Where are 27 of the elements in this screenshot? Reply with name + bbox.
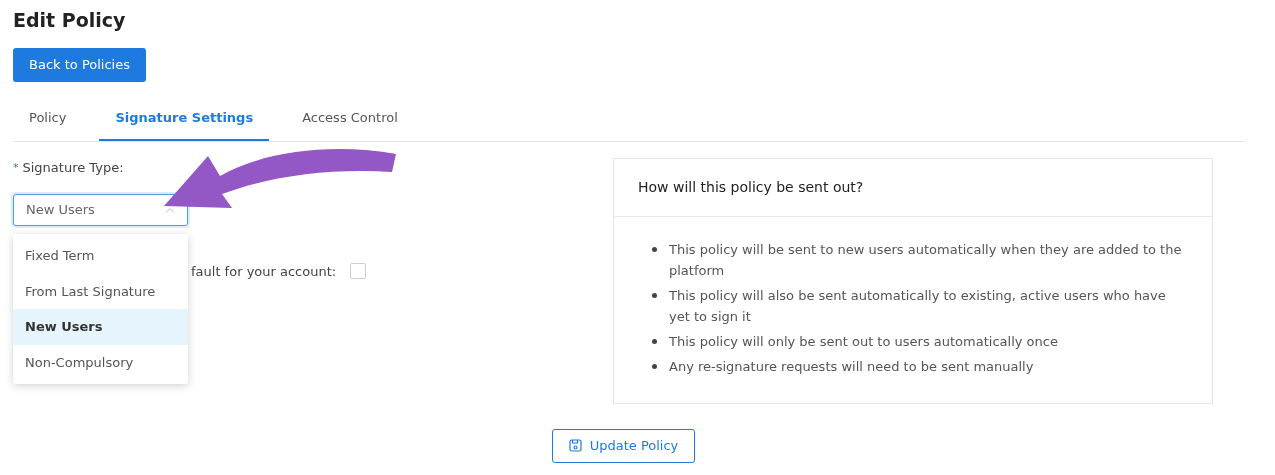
button-label: Update Policy: [589, 437, 679, 455]
page-title: Edit Policy: [13, 8, 127, 32]
save-icon: [568, 439, 582, 453]
field-label: Signature Type:: [22, 159, 124, 177]
select-value: New Users: [26, 200, 95, 219]
dropdown-option[interactable]: From Last Signature: [13, 273, 188, 309]
select-field[interactable]: New Users: [13, 193, 188, 226]
bullet-icon: [652, 339, 657, 344]
bullet-text: This policy will be sent to new users automatically when they are added to the platform: [669, 241, 1183, 280]
required-mark: *: [13, 159, 19, 176]
bullet-text: This policy will also be sent automatically to existing, active users who have yet to sign it: [669, 287, 1167, 326]
checkbox[interactable]: [350, 263, 367, 280]
bullet-icon: [652, 364, 657, 369]
field-label: fault for your account:: [191, 262, 337, 281]
dropdown-option[interactable]: New Users: [13, 309, 188, 345]
dropdown-option[interactable]: Non-Compulsory: [13, 344, 188, 380]
bullet-text: Any re-signature requests will need to be sent manually: [669, 358, 1034, 376]
tab[interactable]: Policy: [13, 99, 83, 141]
bullet-icon: [652, 247, 657, 252]
tab[interactable]: Signature Settings: [99, 99, 270, 141]
tab[interactable]: Access Control: [286, 99, 414, 141]
bullet-text: This policy will only be sent out to users automatically once: [669, 333, 1058, 351]
update-button[interactable]: Update Policy: [551, 429, 696, 463]
dropdown-option[interactable]: Fixed Term: [13, 238, 188, 274]
bullet-icon: [652, 293, 657, 298]
card-title: How will this policy be sent out?: [614, 159, 1212, 217]
back-button[interactable]: Back to Policies: [13, 48, 146, 82]
